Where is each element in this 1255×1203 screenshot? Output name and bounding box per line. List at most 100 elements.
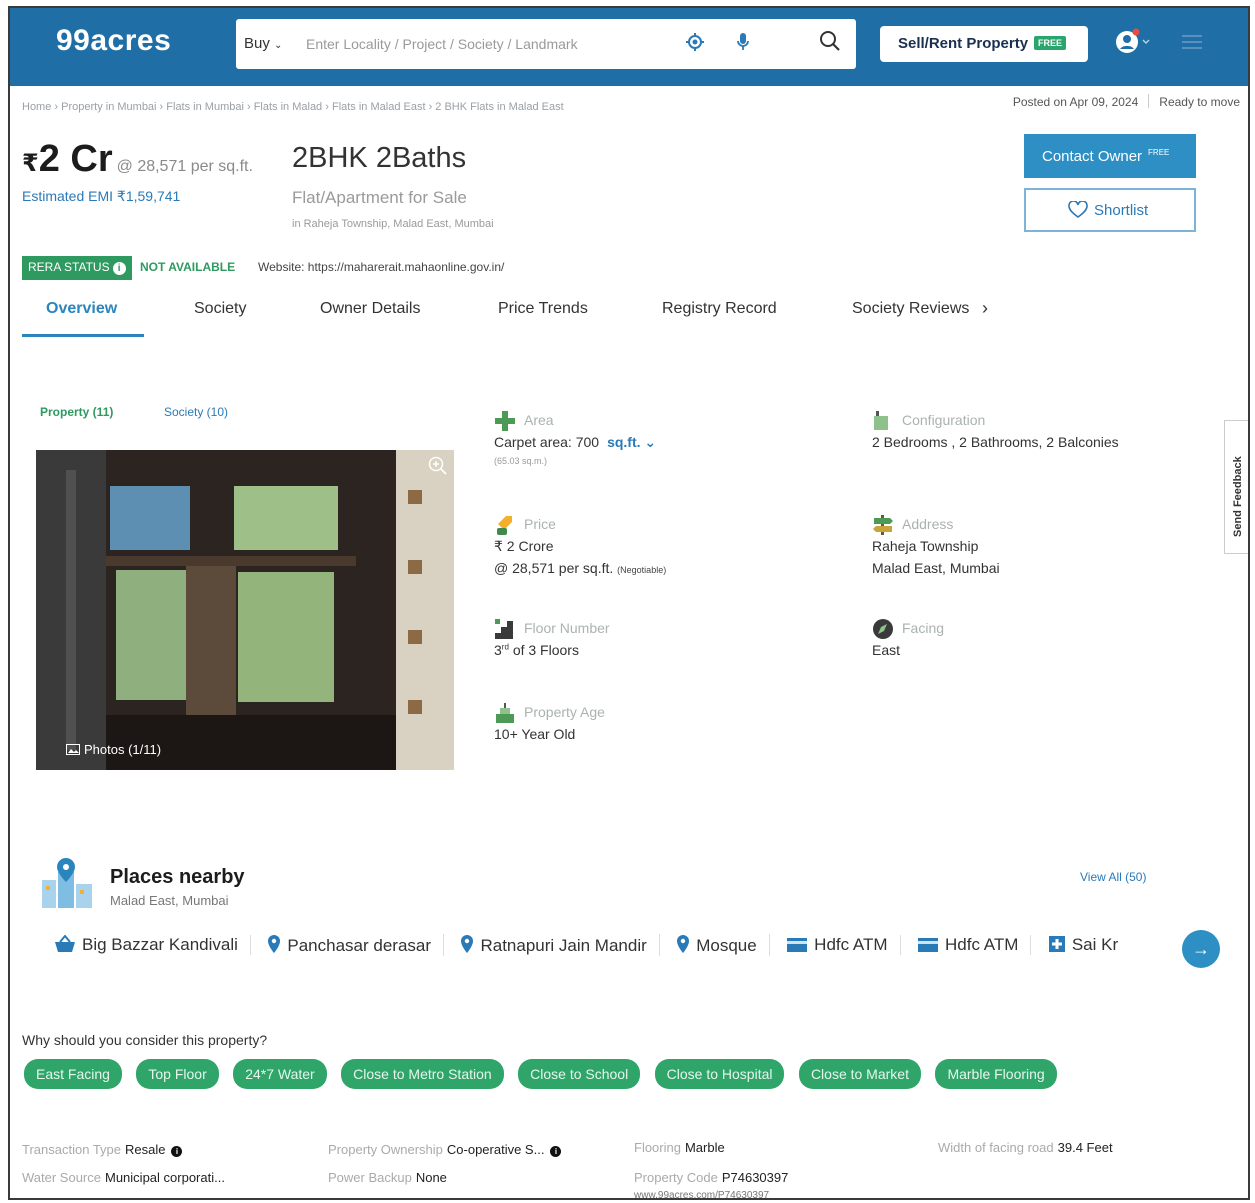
info-icon[interactable]: i — [171, 1146, 183, 1157]
place-item[interactable]: Big Bazzar Kandivali — [54, 934, 251, 955]
location-pin-icon — [268, 935, 281, 953]
property-url: www.99acres.com/P74630397 — [634, 1190, 770, 1200]
user-account-icon[interactable] — [1115, 28, 1151, 61]
search-input[interactable] — [306, 29, 686, 59]
area-unit-dropdown[interactable]: sq.ft. ⌄ — [607, 434, 656, 450]
highlight-chip: Marble Flooring — [935, 1059, 1057, 1089]
property-photo[interactable]: Photos (1/11) — [36, 450, 454, 770]
building-age-icon — [494, 702, 516, 729]
photos-count[interactable]: Photos (1/11) — [66, 742, 161, 757]
page-frame: 99acres Buy ⌄ Sell/Rent PropertyFREE Hom… — [8, 6, 1250, 1200]
breadcrumb-item[interactable]: Home — [22, 101, 51, 113]
estimated-emi-link[interactable]: Estimated EMI ₹1,59,741 — [22, 188, 180, 205]
search-bar: Buy ⌄ — [236, 19, 856, 69]
highlight-chips: East Facing Top Floor 24*7 Water Close t… — [24, 1059, 1067, 1089]
area-sqm: (65.03 sq.m.) — [494, 456, 548, 466]
tab-society-reviews[interactable]: Society Reviews — [852, 300, 969, 318]
highlight-chip: Close to Market — [798, 1059, 921, 1089]
rera-status-value: NOT AVAILABLE — [140, 260, 236, 274]
subtab-property-photos[interactable]: Property (11) — [40, 405, 113, 419]
listing-locality: in Raheja Township, Malad East, Mumbai — [292, 218, 494, 230]
place-item[interactable]: Hdfc ATM — [917, 935, 1032, 955]
rera-status-badge[interactable]: RERA STATUS i — [22, 256, 132, 280]
place-item[interactable]: Ratnapuri Jain Mandir — [460, 934, 660, 956]
sell-rent-property-button[interactable]: Sell/Rent Property FREE — [880, 26, 1088, 62]
posted-info: Posted on Apr 09, 2024 Ready to move — [1013, 94, 1240, 109]
tab-overview[interactable]: Overview — [46, 300, 117, 318]
places-list: Big Bazzar Kandivali Panchasar derasar R… — [54, 934, 1142, 964]
price-tag-icon — [494, 514, 516, 541]
atm-card-icon — [918, 938, 938, 952]
fact-transaction-type: Transaction Type Resale i — [22, 1142, 183, 1157]
stairs-icon — [494, 618, 516, 645]
highlight-chip: Close to Hospital — [654, 1059, 785, 1089]
send-feedback-tab[interactable]: Send Feedback — [1224, 420, 1248, 554]
fact-power-backup: Power Backup None — [328, 1170, 447, 1185]
places-nearby-icon — [40, 856, 96, 915]
shortlist-button[interactable]: Shortlist — [1024, 188, 1196, 232]
active-tab-indicator — [22, 334, 144, 337]
section-tabs: Overview Society Owner Details Price Tre… — [22, 298, 1022, 338]
atm-card-icon — [787, 938, 808, 952]
hospital-cross-icon — [1048, 936, 1065, 952]
configuration-icon — [872, 410, 894, 437]
places-nearby-subtitle: Malad East, Mumbai — [110, 893, 229, 908]
tab-registry-record[interactable]: Registry Record — [662, 300, 777, 318]
breadcrumb-item[interactable]: Flats in Malad — [254, 101, 322, 113]
place-item[interactable]: Sai Kr — [1048, 935, 1130, 955]
search-icon[interactable] — [818, 29, 842, 58]
info-icon[interactable]: i — [112, 262, 126, 275]
subtab-society-photos[interactable]: Society (10) — [164, 405, 228, 419]
place-item[interactable]: Panchasar derasar — [267, 934, 445, 956]
fact-facing-road-width: Width of facing road 39.4 Feet — [938, 1140, 1113, 1155]
image-icon — [66, 744, 80, 755]
contact-owner-button[interactable]: Contact Owner FREE — [1024, 134, 1196, 178]
tab-owner-details[interactable]: Owner Details — [320, 300, 420, 318]
buy-dropdown[interactable]: Buy ⌄ — [244, 35, 282, 52]
places-next-arrow-icon[interactable]: → — [1182, 930, 1220, 968]
info-icon[interactable]: i — [550, 1146, 562, 1157]
location-target-icon[interactable] — [686, 33, 704, 56]
listing-title: 2BHK 2Baths — [292, 142, 467, 174]
fact-property-ownership: Property Ownership Co-operative S... i — [328, 1142, 562, 1157]
highlight-chip: East Facing — [24, 1059, 122, 1089]
highlight-chip: 24*7 Water — [233, 1059, 327, 1089]
fact-water-source: Water Source Municipal corporati... — [22, 1170, 225, 1185]
zoom-in-icon[interactable] — [428, 456, 448, 481]
tab-society[interactable]: Society — [194, 300, 246, 318]
price-per-sqft: @ 28,571 per sq.ft. — [116, 158, 253, 175]
rera-website[interactable]: Website: https://maharerait.mahaonline.g… — [258, 260, 504, 274]
availability-status: Ready to move — [1159, 95, 1240, 109]
breadcrumb-item[interactable]: Flats in Malad East — [332, 101, 426, 113]
location-pin-icon — [677, 935, 690, 953]
chevron-right-icon[interactable]: › — [982, 298, 988, 319]
place-item[interactable]: Mosque — [676, 934, 770, 956]
posted-date: Posted on Apr 09, 2024 — [1012, 95, 1139, 109]
highlight-chip: Top Floor — [136, 1059, 219, 1089]
listing-subtitle: Flat/Apartment for Sale — [292, 188, 467, 207]
window-photo-illustration — [36, 450, 454, 770]
fact-property-code: Property Code P74630397 www.99acres.com/P… — [634, 1170, 789, 1200]
highlight-chip: Close to Metro Station — [341, 1059, 504, 1089]
places-nearby-title: Places nearby — [110, 866, 245, 888]
shopping-basket-icon — [55, 934, 75, 952]
signpost-icon — [872, 514, 894, 541]
hamburger-menu-icon[interactable] — [1182, 34, 1202, 55]
why-consider-title: Why should you consider this property? — [22, 1032, 268, 1048]
chevron-down-icon: ⌄ — [274, 40, 283, 51]
breadcrumb-item[interactable]: Flats in Mumbai — [166, 101, 244, 113]
tab-price-trends[interactable]: Price Trends — [498, 300, 588, 318]
compass-icon — [872, 618, 894, 645]
highlight-chip: Close to School — [518, 1059, 641, 1089]
listing-price: ₹2 Cr @ 28,571 per sq.ft. — [22, 138, 253, 180]
microphone-icon[interactable] — [736, 32, 750, 57]
fact-flooring: Flooring Marble — [634, 1140, 725, 1155]
site-logo[interactable]: 99acres — [56, 24, 171, 58]
place-item[interactable]: Hdfc ATM — [786, 935, 901, 955]
breadcrumb-item[interactable]: Property in Mumbai — [61, 101, 156, 113]
view-all-places-link[interactable]: View All (50) — [1080, 870, 1146, 884]
free-badge: FREE — [1034, 36, 1067, 50]
heart-icon — [1068, 201, 1088, 218]
breadcrumb-item[interactable]: 2 BHK Flats in Malad East — [435, 101, 563, 113]
location-pin-icon — [461, 935, 474, 953]
